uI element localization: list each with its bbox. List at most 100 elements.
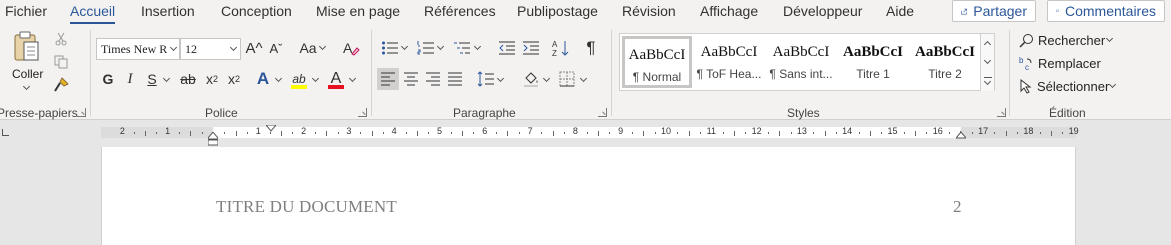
document-header-title[interactable]: TITRE DU DOCUMENT [216,197,397,217]
increase-indent-button[interactable] [521,38,541,58]
replace-icon: bc [1019,56,1032,71]
cut-button[interactable] [53,31,69,47]
style-heading-2[interactable]: AaBbCcI Titre 2 [910,36,980,88]
clear-formatting-button[interactable]: A [340,38,362,58]
find-button[interactable]: Rechercher [1019,30,1105,50]
tab-developpeur[interactable]: Développeur [783,3,862,19]
subscript-button[interactable]: x2 [204,70,220,88]
font-launcher-icon[interactable] [358,108,367,117]
chevron-down-icon[interactable] [400,42,409,51]
select-button[interactable]: Sélectionner [1019,76,1109,96]
line-spacing-button[interactable] [476,68,496,90]
font-color-button[interactable]: A [327,68,345,89]
paste-chevron-icon[interactable] [22,82,31,91]
editing-group-label: Édition [1049,106,1086,120]
replace-label: Remplacer [1038,55,1101,71]
text-effects-button[interactable]: A [254,69,272,89]
tab-publipostage[interactable]: Publipostage [517,3,598,19]
style-tof-heading[interactable]: AaBbCcI ¶ ToF Hea... [694,36,764,88]
format-painter-button[interactable] [53,77,69,93]
replace-button[interactable]: bc Remplacer [1019,53,1101,73]
comment-icon [1056,9,1059,13]
tab-accueil[interactable]: Accueil [70,3,116,24]
style-no-spacing[interactable]: AaBbCcI ¶ Sans int... [766,36,836,88]
align-right-button[interactable] [423,68,443,90]
highlight-color-swatch [291,85,307,89]
ruler-tick [405,132,407,134]
font-group-label: Police [205,106,238,120]
tab-references[interactable]: Références [424,3,496,19]
highlight-button[interactable]: ab [290,69,308,89]
font-size-select[interactable]: 12 [180,38,241,60]
comments-button[interactable]: Commentaires [1047,0,1165,22]
sort-button[interactable]: AZ [551,38,571,58]
align-left-button[interactable] [377,68,399,90]
chevron-down-icon[interactable] [436,42,445,51]
ruler-tick [462,130,464,136]
grow-font-button[interactable]: A^ [244,38,264,58]
tab-aide[interactable]: Aide [886,3,914,19]
ruler-tick [654,132,656,134]
chevron-down-icon[interactable] [542,74,551,83]
justify-button[interactable] [445,68,465,90]
tab-mise-en-page[interactable]: Mise en page [316,3,400,19]
borders-button[interactable] [557,68,577,90]
tab-conception[interactable]: Conception [221,3,292,19]
chevron-down-icon[interactable] [496,74,505,83]
paste-button[interactable] [9,30,45,64]
right-indent-marker[interactable] [956,131,966,139]
svg-text:b: b [1019,56,1024,65]
style-name: Titre 2 [928,67,962,81]
decrease-indent-button[interactable] [497,38,517,58]
styles-launcher-icon[interactable] [997,108,1006,117]
chevron-down-icon[interactable] [318,42,327,51]
tab-affichage[interactable]: Affichage [700,3,758,19]
tab-insertion[interactable]: Insertion [141,3,195,19]
clipboard-launcher-icon[interactable] [77,108,86,117]
chevron-down-icon[interactable] [274,74,283,83]
ruler-number: 3 [346,126,352,136]
shrink-font-button[interactable]: Aˇ [266,38,286,58]
chevron-down-icon[interactable] [1108,80,1117,89]
chevron-down-icon[interactable] [1105,34,1114,43]
chevron-down-icon[interactable] [579,74,588,83]
ruler-tick [994,132,996,134]
underline-button[interactable]: S [144,70,160,88]
ruler-number: 16 [932,126,943,136]
gallery-scroll-up[interactable] [980,34,994,53]
divider [371,30,372,116]
chevron-down-icon[interactable] [162,74,171,83]
chevron-down-icon[interactable] [311,74,320,83]
numbering-button[interactable] [416,38,436,58]
left-indent-marker[interactable] [208,132,218,146]
tab-revision[interactable]: Révision [622,3,676,19]
ruler-corner-icon[interactable] [2,129,9,136]
style-normal[interactable]: AaBbCcI ¶ Normal [622,36,692,88]
superscript-button[interactable]: x2 [226,70,242,88]
italic-button[interactable]: I [122,70,138,88]
share-button[interactable]: Partager [952,0,1036,22]
document-page[interactable]: TITRE DU DOCUMENT 2 [101,147,1076,245]
align-center-button[interactable] [401,68,421,90]
first-line-indent-marker[interactable] [266,125,276,132]
gallery-more[interactable] [980,72,994,91]
bullets-button[interactable] [380,38,400,58]
show-formatting-button[interactable]: ¶ [582,38,600,58]
paragraph-launcher-icon[interactable] [598,108,607,117]
chevron-down-icon[interactable] [348,74,357,83]
copy-button[interactable] [53,54,69,70]
ribbon: Coller Presse-papiers Times New R 12 A^ … [0,24,1171,120]
multilevel-list-button[interactable] [452,38,472,58]
style-heading-1[interactable]: AaBbCcI Titre 1 [838,36,908,88]
gallery-scroll-down[interactable] [980,53,994,72]
font-family-select[interactable]: Times New R [96,38,180,60]
style-name: ¶ ToF Hea... [696,67,762,81]
change-case-button[interactable]: Aa [296,38,320,58]
ruler-tick [280,130,282,136]
strikethrough-button[interactable]: ab [178,70,198,88]
chevron-down-icon[interactable] [473,42,482,51]
bold-button[interactable]: G [100,70,116,88]
tab-fichier[interactable]: Fichier [5,3,47,19]
shading-button[interactable] [521,68,541,90]
change-case-label: Aa [299,40,317,56]
